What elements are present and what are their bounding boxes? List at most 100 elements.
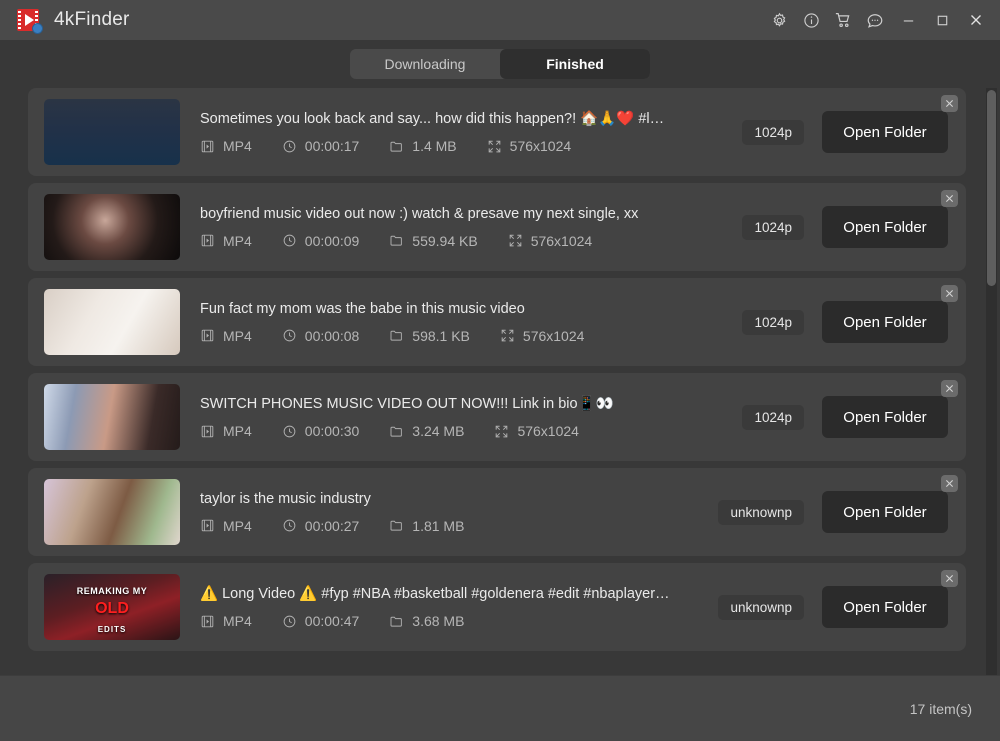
row-info: taylor is the music industryMP400:00:271… [180, 491, 718, 534]
open-folder-button[interactable]: Open Folder [822, 111, 948, 153]
remove-row-close-icon[interactable] [941, 570, 958, 587]
row-duration-value: 00:00:09 [305, 233, 360, 249]
video-title: Sometimes you look back and say... how d… [200, 110, 670, 127]
row-format-value: MP4 [223, 138, 252, 154]
open-folder-button[interactable]: Open Folder [822, 206, 948, 248]
video-thumbnail[interactable] [44, 194, 180, 260]
video-title: SWITCH PHONES MUSIC VIDEO OUT NOW!!! Lin… [200, 395, 670, 412]
download-list-area: Sometimes you look back and say... how d… [0, 88, 1000, 675]
close-button[interactable] [960, 6, 992, 34]
row-resolution: 576x1024 [487, 138, 572, 154]
open-folder-button[interactable]: Open Folder [822, 301, 948, 343]
video-thumbnail[interactable] [44, 479, 180, 545]
remove-row-close-icon[interactable] [941, 285, 958, 302]
row-duration-value: 00:00:27 [305, 518, 360, 534]
open-folder-button[interactable]: Open Folder [822, 491, 948, 533]
row-resolution-value: 576x1024 [523, 328, 585, 344]
quality-badge: 1024p [742, 120, 804, 145]
tab-downloading[interactable]: Downloading [350, 49, 500, 79]
row-duration-value: 00:00:17 [305, 138, 360, 154]
row-size: 3.24 MB [389, 423, 464, 439]
item-count-label: 17 item(s) [910, 701, 972, 717]
row-size: 559.94 KB [389, 233, 477, 249]
list-scrollbar-thumb[interactable] [987, 90, 996, 286]
row-format: MP4 [200, 518, 252, 534]
row-size: 3.68 MB [389, 613, 464, 629]
row-size: 598.1 KB [389, 328, 470, 344]
open-folder-button[interactable]: Open Folder [822, 586, 948, 628]
tab-finished[interactable]: Finished [500, 49, 650, 79]
row-size-value: 1.4 MB [412, 138, 456, 154]
remove-row-close-icon[interactable] [941, 475, 958, 492]
row-resolution-value: 576x1024 [510, 138, 572, 154]
video-thumbnail[interactable]: REMAKING MYOLDEDITS [44, 574, 180, 640]
row-duration-value: 00:00:08 [305, 328, 360, 344]
row-format-value: MP4 [223, 328, 252, 344]
row-format: MP4 [200, 328, 252, 344]
app-window: 4kFinder [0, 0, 1000, 741]
video-meta: MP4 00:00:17 1.4 MB 576x1024 [200, 138, 742, 154]
download-row[interactable]: boyfriend music video out now :) watch &… [28, 183, 966, 271]
row-size-value: 598.1 KB [412, 328, 470, 344]
row-resolution: 576x1024 [494, 423, 579, 439]
video-title: ⚠️ Long Video ⚠️ #fyp #NBA #basketball #… [200, 585, 670, 602]
video-meta: MP400:00:09559.94 KB576x1024 [200, 233, 742, 249]
video-meta: MP4 00:00:27 1.81 MB [200, 518, 718, 534]
row-resolution: 576x1024 [500, 328, 585, 344]
row-format-value: MP4 [223, 613, 252, 629]
row-size-value: 3.68 MB [412, 613, 464, 629]
row-format: MP4 [200, 613, 252, 629]
row-duration-value: 00:00:30 [305, 423, 360, 439]
app-title: 4kFinder [54, 9, 130, 31]
video-title: boyfriend music video out now :) watch &… [200, 206, 670, 222]
quality-badge: 1024p [742, 310, 804, 335]
remove-row-close-icon[interactable] [941, 380, 958, 397]
quality-badge: 1024p [742, 215, 804, 240]
app-logo-icon [16, 7, 42, 33]
row-size-value: 3.24 MB [412, 423, 464, 439]
info-icon[interactable] [796, 6, 826, 34]
video-meta: MP4 00:00:47 3.68 MB [200, 613, 718, 629]
row-duration-value: 00:00:47 [305, 613, 360, 629]
download-row[interactable]: Sometimes you look back and say... how d… [28, 88, 966, 176]
tab-group: Downloading Finished [350, 49, 650, 79]
row-format-value: MP4 [223, 518, 252, 534]
quality-badge: unknownp [718, 595, 804, 620]
row-size-value: 559.94 KB [412, 233, 477, 249]
list-scrollbar-track[interactable] [986, 88, 997, 675]
row-duration: 00:00:08 [282, 328, 360, 344]
titlebar-actions [764, 6, 992, 34]
cart-icon[interactable] [828, 6, 858, 34]
row-duration: 00:00:27 [282, 518, 360, 534]
row-info: SWITCH PHONES MUSIC VIDEO OUT NOW!!! Lin… [180, 395, 742, 439]
status-bar: 17 item(s) [0, 675, 1000, 741]
row-duration: 00:00:17 [282, 138, 360, 154]
download-row[interactable]: SWITCH PHONES MUSIC VIDEO OUT NOW!!! Lin… [28, 373, 966, 461]
tab-bar: Downloading Finished [0, 40, 1000, 88]
video-thumbnail[interactable] [44, 99, 180, 165]
download-row[interactable]: REMAKING MYOLDEDITS ⚠️ Long Video ⚠️ #fyp… [28, 563, 966, 651]
remove-row-close-icon[interactable] [941, 95, 958, 112]
download-row[interactable]: taylor is the music industryMP400:00:271… [28, 468, 966, 556]
maximize-button[interactable] [926, 6, 958, 34]
row-format-value: MP4 [223, 423, 252, 439]
row-format: MP4 [200, 233, 252, 249]
row-format: MP4 [200, 138, 252, 154]
quality-badge: 1024p [742, 405, 804, 430]
minimize-button[interactable] [892, 6, 924, 34]
row-size-value: 1.81 MB [412, 518, 464, 534]
feedback-chat-icon[interactable] [860, 6, 890, 34]
video-meta: MP4 00:00:08 598.1 KB 576x1024 [200, 328, 742, 344]
video-thumbnail[interactable] [44, 384, 180, 450]
video-thumbnail[interactable] [44, 289, 180, 355]
row-size: 1.4 MB [389, 138, 456, 154]
row-duration: 00:00:30 [282, 423, 360, 439]
row-info: boyfriend music video out now :) watch &… [180, 206, 742, 249]
row-info: Sometimes you look back and say... how d… [180, 110, 742, 154]
download-row[interactable]: Fun fact my mom was the babe in this mus… [28, 278, 966, 366]
settings-gear-icon[interactable] [764, 6, 794, 34]
row-format-value: MP4 [223, 233, 252, 249]
row-duration: 00:00:47 [282, 613, 360, 629]
remove-row-close-icon[interactable] [941, 190, 958, 207]
open-folder-button[interactable]: Open Folder [822, 396, 948, 438]
